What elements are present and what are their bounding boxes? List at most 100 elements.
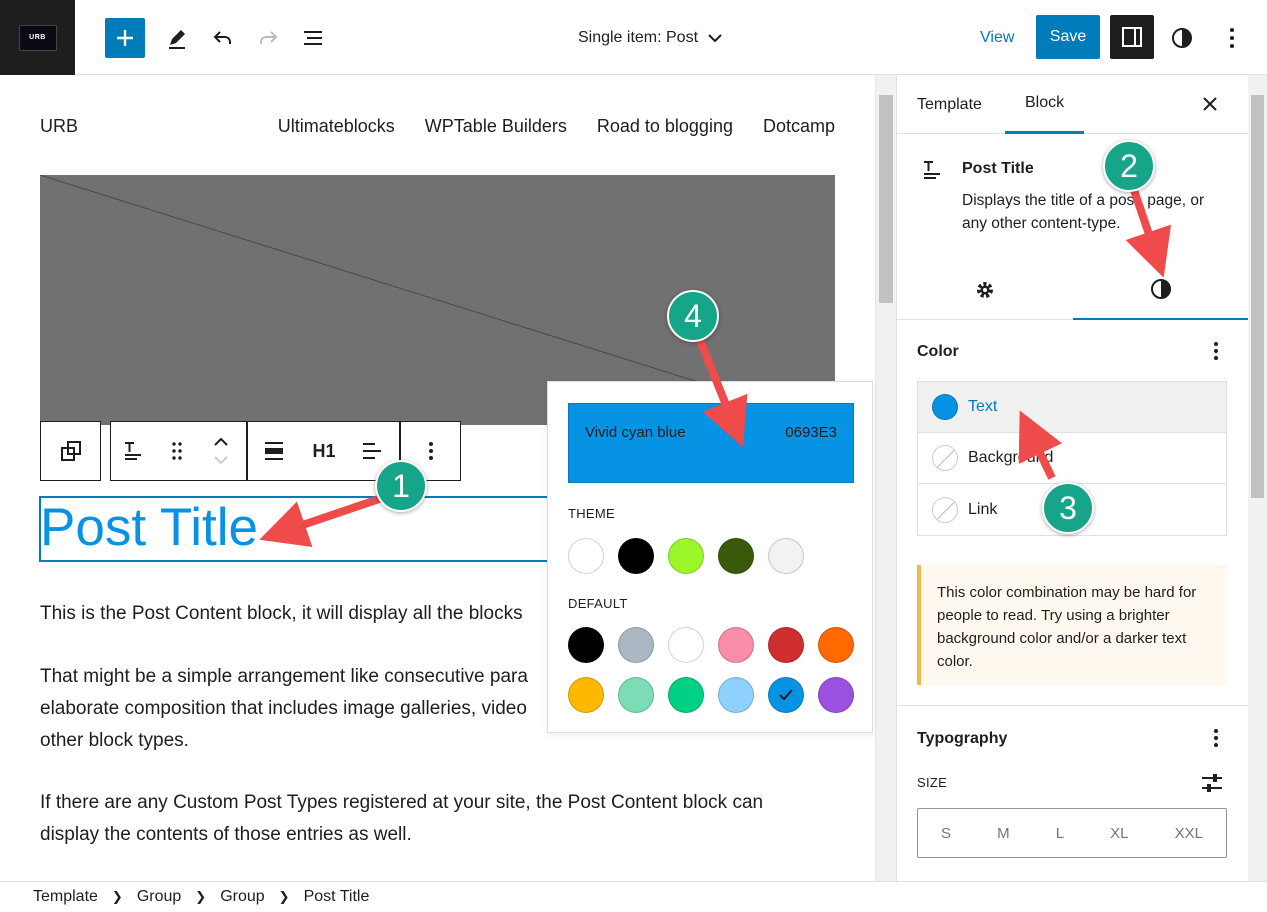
move-up-down-buttons[interactable] [199, 422, 243, 480]
paragraph[interactable]: This is the Post Content block, it will … [40, 598, 523, 630]
color-swatch[interactable] [568, 627, 604, 663]
canvas-scrollbar[interactable] [875, 75, 896, 881]
typography-panel-title[interactable]: Typography [917, 730, 1007, 748]
site-title[interactable]: URB [40, 116, 78, 137]
paragraph[interactable]: elaborate composition that includes imag… [40, 693, 527, 725]
scrollbar-thumb[interactable] [1251, 95, 1264, 498]
nav-item[interactable]: WPTable Builders [425, 116, 567, 137]
color-panel-options-button[interactable] [1206, 339, 1226, 363]
scrollbar-thumb[interactable] [879, 95, 893, 303]
undo-button[interactable] [205, 20, 241, 56]
color-item-background[interactable]: Background [918, 433, 1226, 484]
align-left-icon [363, 443, 381, 459]
drag-handle[interactable] [155, 422, 199, 480]
breadcrumb-item[interactable]: Group [220, 888, 264, 906]
sidebar-scrollbar[interactable] [1248, 75, 1267, 881]
color-swatch[interactable] [618, 627, 654, 663]
color-swatch[interactable] [668, 627, 704, 663]
color-swatch[interactable] [718, 538, 754, 574]
logo-text: URB [29, 34, 46, 41]
font-size-option[interactable]: M [997, 825, 1010, 842]
color-panel-title[interactable]: Color [917, 343, 959, 361]
custom-size-icon[interactable] [1201, 773, 1223, 793]
font-size-label: SIZE [917, 775, 948, 790]
color-item-text[interactable]: Text [918, 382, 1226, 433]
align-button[interactable] [248, 422, 300, 480]
selected-color-preview[interactable]: Vivid cyan blue 0693E3 [568, 403, 854, 483]
tab-styles[interactable] [1073, 260, 1248, 320]
add-block-button[interactable] [105, 18, 145, 58]
post-title-block[interactable]: Post Title [40, 498, 258, 557]
block-description: Displays the title of a post, page, or a… [962, 192, 1205, 232]
tab-block[interactable]: Block [1005, 75, 1085, 134]
color-item-label: Text [968, 398, 998, 415]
color-swatch[interactable] [718, 677, 754, 713]
undo-icon [213, 31, 231, 44]
tools-button[interactable] [159, 20, 195, 56]
color-swatch[interactable] [718, 627, 754, 663]
heading-level-button[interactable]: H1 [300, 422, 348, 480]
font-size-option[interactable]: XL [1110, 825, 1128, 842]
color-swatch[interactable] [568, 538, 604, 574]
font-size-option[interactable]: L [1056, 825, 1064, 842]
color-swatch[interactable] [668, 538, 704, 574]
settings-toggle-button[interactable] [1110, 15, 1154, 59]
typography-panel-options-button[interactable] [1206, 726, 1226, 750]
check-icon [779, 689, 793, 701]
paragraph[interactable]: If there are any Custom Post Types regis… [40, 787, 763, 819]
color-swatch[interactable] [668, 677, 704, 713]
nav-item[interactable]: Dotcamp [763, 116, 835, 137]
color-swatch[interactable] [618, 677, 654, 713]
save-button[interactable]: Save [1036, 15, 1100, 59]
close-icon [1203, 97, 1217, 111]
font-size-option[interactable]: S [941, 825, 951, 842]
selected-color-name: Vivid cyan blue [585, 424, 686, 441]
half-circle-icon [1151, 279, 1171, 299]
nav-item[interactable]: Ultimateblocks [278, 116, 395, 137]
close-sidebar-button[interactable] [1195, 89, 1225, 119]
redo-button[interactable] [250, 20, 286, 56]
empty-color-indicator [932, 496, 958, 523]
default-palette-row [568, 627, 854, 663]
theme-palette-label: THEME [568, 506, 615, 521]
styles-button[interactable] [1164, 20, 1200, 56]
empty-color-indicator [932, 445, 958, 471]
breadcrumb-item[interactable]: Template [33, 888, 98, 906]
color-swatch[interactable] [818, 627, 854, 663]
block-type-button[interactable] [111, 422, 155, 480]
chevron-down-icon [708, 34, 722, 43]
options-menu-button[interactable] [1214, 20, 1250, 56]
color-swatch-selected[interactable] [768, 677, 804, 713]
color-swatch[interactable] [568, 677, 604, 713]
paragraph[interactable]: other block types. [40, 725, 189, 757]
list-view-button[interactable] [295, 20, 331, 56]
breadcrumb-item[interactable]: Post Title [304, 888, 370, 906]
font-size-option[interactable]: XXL [1175, 825, 1203, 842]
paragraph[interactable]: That might be a simple arrangement like … [40, 661, 528, 693]
block-inspector-tabs [897, 260, 1248, 320]
paragraph[interactable]: display the contents of those entries as… [40, 819, 412, 851]
color-swatch[interactable] [768, 538, 804, 574]
color-swatch[interactable] [618, 538, 654, 574]
site-logo[interactable]: URB [0, 0, 75, 75]
duplicate-icon [60, 441, 81, 461]
document-title-dropdown[interactable]: Single item: Post [560, 22, 740, 54]
navigation: Ultimateblocks WPTable Builders Road to … [278, 116, 835, 137]
nav-item[interactable]: Road to blogging [597, 116, 733, 137]
sidebar-icon [1122, 27, 1142, 47]
color-swatch[interactable] [818, 677, 854, 713]
transform-button[interactable] [49, 422, 93, 480]
annotation-marker: 4 [667, 290, 719, 342]
drag-dots-icon [172, 442, 182, 460]
plus-icon [117, 30, 133, 46]
color-picker-popover: Vivid cyan blue 0693E3 THEME DEFAULT [547, 381, 873, 733]
chevron-right-icon: ❯ [111, 889, 123, 904]
tab-settings[interactable] [897, 260, 1073, 320]
tab-template[interactable]: Template [917, 75, 982, 134]
format-group: H1 [247, 421, 400, 481]
view-link[interactable]: View [980, 22, 1014, 54]
annotation-marker: 2 [1103, 140, 1155, 192]
breadcrumb-item[interactable]: Group [137, 888, 181, 906]
color-swatch[interactable] [768, 627, 804, 663]
document-title: Single item: Post [577, 29, 699, 46]
